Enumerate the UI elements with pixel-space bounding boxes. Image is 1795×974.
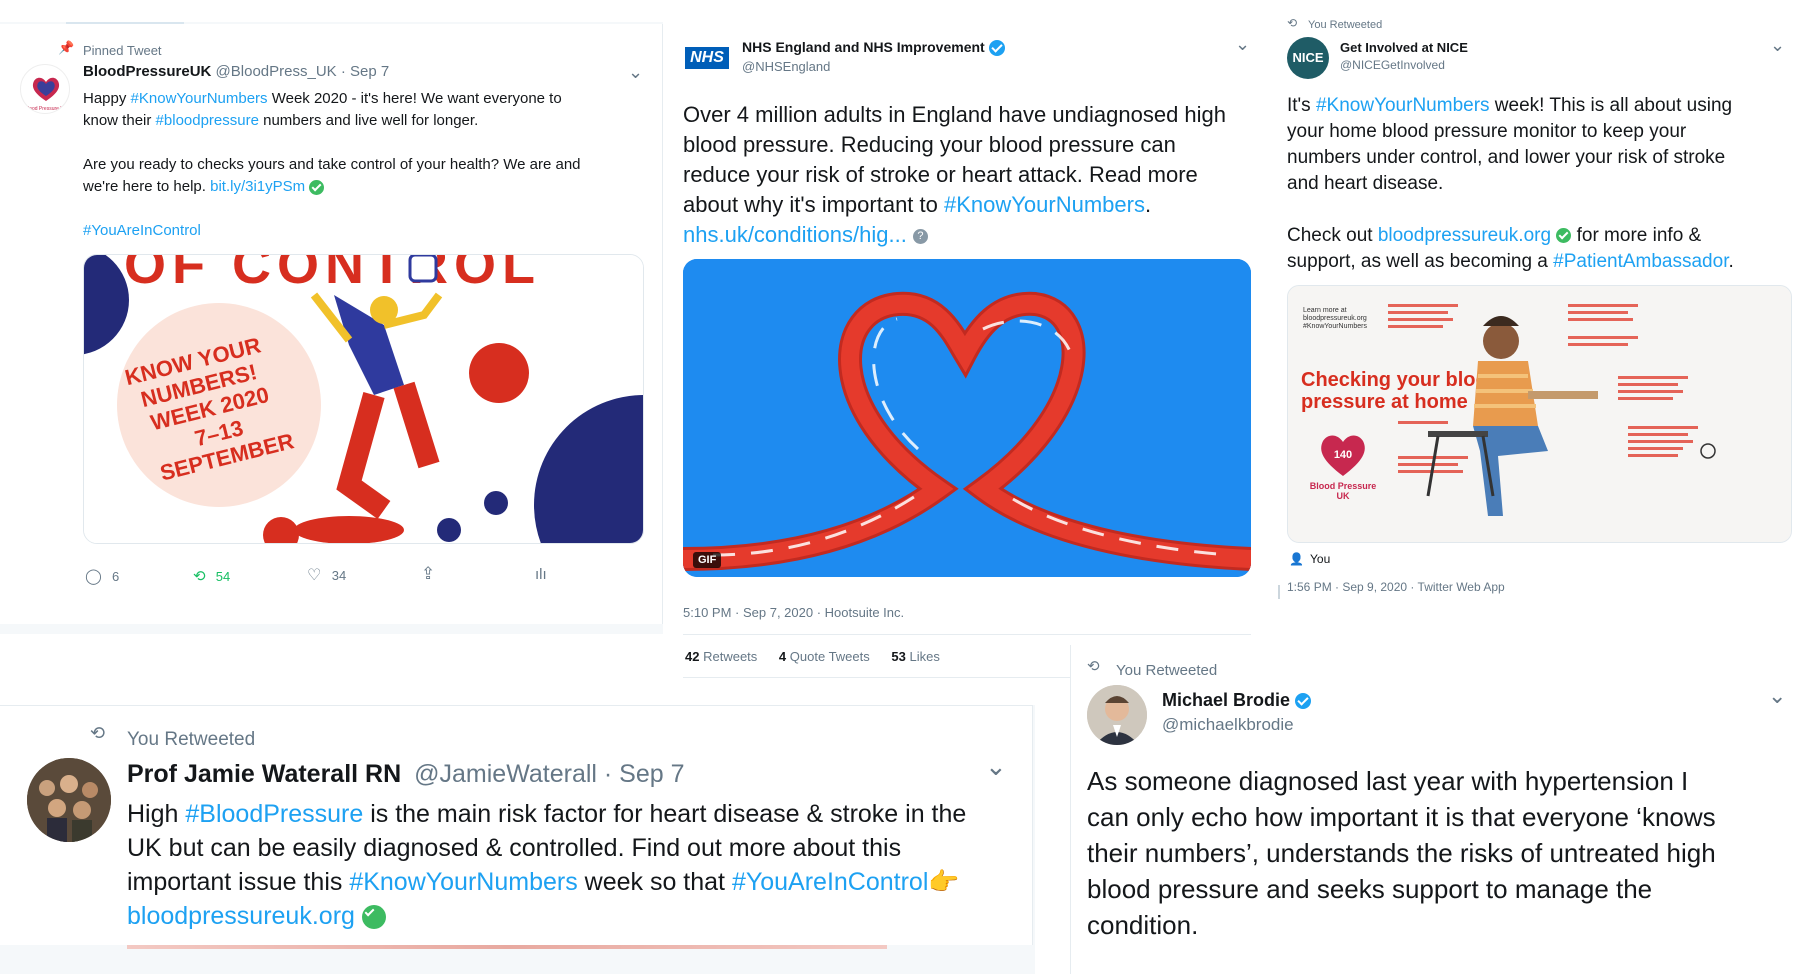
avatar[interactable]	[27, 758, 111, 842]
reply-count: 6	[111, 569, 120, 584]
tweet-body: Happy #KnowYourNumbers Week 2020 - it's …	[83, 90, 581, 239]
nhs-logo[interactable]: NHS	[685, 47, 729, 69]
like-button[interactable]: ♡ 34	[307, 565, 346, 585]
retweeted-label: You Retweeted	[127, 729, 256, 750]
likes-stat[interactable]: 53 Likes	[891, 649, 939, 664]
pointing-hand-icon: 👉	[928, 868, 960, 896]
chevron-down-icon[interactable]: ⌄	[985, 751, 1007, 782]
tweet-meta[interactable]: 1:56 PM · Sep 9, 2020 · Twitter Web App	[1287, 580, 1505, 594]
hashtag-link[interactable]: #KnowYourNumbers	[131, 90, 268, 107]
author-handle[interactable]: @NICEGetInvolved	[1340, 58, 1445, 72]
chevron-down-icon[interactable]: ⌄	[628, 62, 643, 83]
svg-text:UK: UK	[1337, 491, 1350, 501]
engagement-stats: 42 Retweets 4 Quote Tweets 53 Likes	[685, 649, 940, 664]
heart-icon: ♡	[307, 567, 322, 584]
reply-icon: ◯	[85, 568, 102, 585]
retweet-icon: ⟲	[1087, 658, 1100, 675]
author-name[interactable]: Get Involved at NICE	[1340, 40, 1468, 55]
analytics-icon[interactable]: ılı	[535, 566, 547, 583]
verified-link-icon	[361, 905, 386, 930]
tweet-body: High #BloodPressure is the main risk fac…	[127, 800, 967, 930]
tweet-body: Over 4 million adults in England have un…	[683, 102, 1227, 247]
svg-text:pressure at home: pressure at home	[1301, 391, 1468, 413]
hashtag-link[interactable]: #PatientAmbassador	[1553, 251, 1728, 272]
media-preview-strip	[127, 945, 887, 949]
tweet-jamie-waterall[interactable]: ⟲ You Retweeted Prof Jamie Waterall RN @…	[0, 705, 1035, 974]
checking-blood-pressure-infographic: Learn more at bloodpressureuk.org #KnowY…	[1288, 286, 1791, 542]
avatar[interactable]	[1087, 685, 1147, 745]
svg-text:140: 140	[1334, 449, 1352, 461]
infographic-image[interactable]: Learn more at bloodpressureuk.org #KnowY…	[1287, 285, 1792, 543]
author-name[interactable]: BloodPressureUK	[83, 63, 211, 80]
author-name[interactable]: NHS England and NHS Improvement	[742, 39, 985, 55]
author-handle[interactable]: @NHSEngland	[742, 59, 830, 74]
tweet-meta[interactable]: 5:10 PM · Sep 7, 2020 · Hootsuite Inc.	[683, 605, 904, 620]
retweet-icon: ⟲	[90, 723, 106, 743]
verified-link-icon	[1556, 228, 1572, 244]
author-name[interactable]: Prof Jamie Waterall RN	[127, 760, 401, 788]
retweet-button[interactable]: ⟲ 54	[193, 567, 230, 585]
info-icon: ?	[912, 228, 928, 244]
pin-icon: 📌	[58, 40, 75, 55]
author-handle-date[interactable]: @BloodPress_UK · Sep 7	[216, 63, 390, 80]
image-heading-text: OF CONTROL	[124, 255, 541, 295]
hashtag-link[interactable]: #YouAreInControl	[732, 868, 928, 896]
tweet-nice[interactable]: ⟲ You Retweeted NICE Get Involved at NIC…	[1270, 0, 1795, 640]
chevron-down-icon[interactable]: ⌄	[1768, 683, 1786, 709]
profile-photo	[1087, 685, 1147, 745]
external-link[interactable]: bloodpressureuk.org	[1378, 225, 1551, 246]
verified-badge-icon	[1295, 693, 1312, 710]
short-link[interactable]: bit.ly/3i1yPSm	[210, 178, 305, 195]
heart-tube-illustration	[683, 259, 1251, 577]
author-handle-date[interactable]: @JamieWaterall · Sep 7	[414, 760, 684, 788]
tweet-nhs-england[interactable]: NHS NHS England and NHS Improvement @NHS…	[665, 22, 1270, 682]
author-handle[interactable]: @michaelkbrodie	[1162, 715, 1294, 735]
retweeted-label: You Retweeted	[1308, 19, 1383, 31]
hashtag-link[interactable]: #KnowYourNumbers	[944, 192, 1145, 217]
avatar[interactable]: NICE	[1287, 37, 1329, 79]
external-link[interactable]: bloodpressureuk.org	[127, 902, 355, 930]
tweet-bloodpressureuk[interactable]: 📌 Pinned Tweet Blood Pressure UK BloodPr…	[0, 22, 663, 634]
hashtag-link[interactable]: #KnowYourNumbers	[1316, 95, 1490, 116]
verified-link-icon	[309, 179, 325, 195]
chevron-down-icon[interactable]: ⌄	[1770, 35, 1785, 56]
reply-button[interactable]: ◯ 6	[85, 567, 119, 585]
hashtag-link[interactable]: #KnowYourNumbers	[349, 868, 577, 896]
hashtag-link[interactable]: #YouAreInControl	[83, 222, 201, 239]
gif-badge: GIF	[693, 552, 722, 568]
verified-badge-icon	[988, 40, 1005, 57]
know-your-numbers-illustration: OF CONTROL KNOW YOUR NUMBERS! WEEK 2020 …	[84, 255, 643, 543]
retweet-icon: ⟲	[193, 568, 206, 585]
chevron-down-icon[interactable]: ⌄	[1235, 34, 1250, 55]
divider	[683, 634, 1251, 635]
share-icon[interactable]: ⇪	[421, 564, 435, 584]
scroll-indicator	[1278, 585, 1280, 599]
hashtag-link[interactable]: #BloodPressure	[185, 800, 363, 828]
retweet-icon: ⟲	[1287, 16, 1298, 30]
svg-text:Checking your blood: Checking your blood	[1301, 369, 1500, 391]
retweets-stat[interactable]: 42 Retweets	[685, 649, 757, 664]
author-name[interactable]: Michael Brodie	[1162, 690, 1290, 710]
avatar[interactable]: Blood Pressure UK	[20, 64, 70, 114]
svg-text:#KnowYourNumbers: #KnowYourNumbers	[1303, 323, 1367, 330]
hashtag-link[interactable]: #bloodpressure	[156, 112, 259, 129]
external-link[interactable]: nhs.uk/conditions/hig...	[683, 222, 907, 247]
tweet-media-image[interactable]: OF CONTROL KNOW YOUR NUMBERS! WEEK 2020 …	[83, 254, 644, 544]
svg-text:Blood Pressure: Blood Pressure	[1310, 481, 1377, 491]
quote-tweets-stat[interactable]: 4 Quote Tweets	[779, 649, 870, 664]
user-icon: 👤	[1289, 552, 1304, 566]
svg-text:bloodpressureuk.org: bloodpressureuk.org	[1303, 315, 1367, 322]
retweet-count: 54	[215, 569, 231, 584]
tagged-user[interactable]: You	[1310, 552, 1330, 566]
blood-pressure-uk-logo: Blood Pressure UK	[25, 77, 68, 112]
crowd-photo	[27, 758, 111, 842]
tweet-michael-brodie[interactable]: ⟲ You Retweeted Michael Brodie @michaelk…	[1070, 645, 1795, 974]
pinned-label: Pinned Tweet	[83, 43, 162, 58]
svg-text:Learn more at: Learn more at	[1303, 307, 1347, 314]
tweet-body: As someone diagnosed last year with hype…	[1087, 766, 1716, 940]
like-count: 34	[331, 568, 347, 583]
tweet-body: It's #KnowYourNumbers week! This is all …	[1287, 95, 1734, 272]
retweeted-label: You Retweeted	[1116, 662, 1218, 679]
gif-media[interactable]: GIF	[683, 259, 1251, 577]
